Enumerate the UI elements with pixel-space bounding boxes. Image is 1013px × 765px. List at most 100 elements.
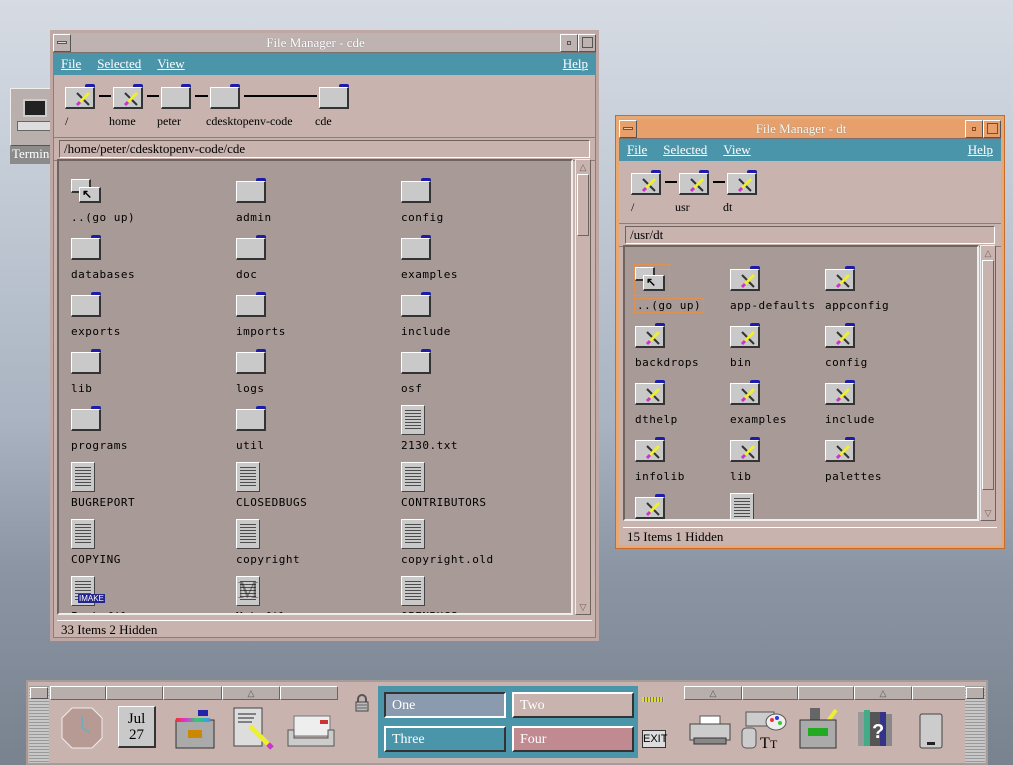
file-item[interactable]: BUGREPORT (71, 462, 221, 519)
maximize-button[interactable] (983, 119, 1001, 138)
panel-menu-icon[interactable] (966, 687, 984, 699)
subpanel-arrow-calendar[interactable] (106, 686, 163, 700)
clock-icon[interactable] (60, 706, 108, 752)
file-name: app-defaults (730, 299, 816, 312)
workspace-button-four[interactable]: Four (512, 726, 634, 752)
subpanel-arrow-mail[interactable] (280, 686, 338, 700)
path-field[interactable]: /home/peter/cdesktopenv-code/cde (59, 140, 590, 158)
file-item[interactable]: appconfig (825, 265, 975, 322)
panel-minimize-icon[interactable] (30, 687, 48, 699)
exit-button[interactable]: EXIT (642, 730, 667, 748)
menu-view[interactable]: View (157, 56, 184, 72)
file-item[interactable]: databases (71, 234, 221, 291)
window-menu-button[interactable] (53, 33, 71, 52)
vertical-scrollbar[interactable]: △ ▽ (575, 159, 591, 615)
menu-selected[interactable]: Selected (663, 142, 707, 158)
window-menu-button[interactable] (619, 119, 637, 138)
help-manager-icon[interactable]: ? (854, 706, 902, 752)
app-manager-icon[interactable] (796, 706, 844, 752)
file-item[interactable]: palettes (825, 436, 975, 493)
file-item[interactable]: logs (236, 348, 386, 405)
restricted-folder-icon (730, 380, 762, 407)
scroll-down-arrow-icon[interactable]: ▽ (982, 507, 994, 519)
file-item[interactable]: 2130.txt (401, 405, 551, 462)
menu-help[interactable]: Help (563, 56, 588, 72)
mail-icon[interactable] (286, 706, 335, 752)
calendar-icon[interactable]: Jul 27 (118, 706, 166, 752)
file-item[interactable]: config (825, 322, 975, 379)
menu-file[interactable]: File (627, 142, 647, 158)
iconpath-folder-home[interactable] (113, 83, 145, 109)
file-item[interactable]: examples (401, 234, 551, 291)
title-bar[interactable]: File Manager - dt (619, 119, 1001, 139)
file-item[interactable]: M Makefile (236, 576, 386, 613)
subpanel-arrow-help[interactable]: △ (854, 686, 912, 700)
minimize-button[interactable] (560, 33, 578, 52)
subpanel-arrow-editor[interactable]: △ (222, 686, 280, 700)
file-item[interactable]: programs (71, 405, 221, 462)
menu-view[interactable]: View (723, 142, 750, 158)
text-editor-icon[interactable] (232, 706, 280, 752)
panel-handle-left[interactable] (29, 686, 49, 763)
file-item[interactable]: imports (236, 291, 386, 348)
folder-icon (319, 84, 351, 111)
iconpath-folder-root[interactable] (631, 169, 663, 195)
file-manager-icon[interactable] (174, 706, 222, 752)
workspace-button-one[interactable]: One (384, 692, 506, 718)
file-item[interactable]: OPENBUGS (401, 576, 551, 613)
file-item[interactable]: copyright.old (401, 519, 551, 576)
subpanel-arrow-style[interactable] (742, 686, 798, 700)
file-item[interactable]: include (825, 379, 975, 436)
file-item[interactable]: admin (236, 177, 386, 234)
file-item[interactable]: exports (71, 291, 221, 348)
file-item[interactable]: osf (401, 348, 551, 405)
iconpath-connector (147, 95, 159, 97)
iconpath-folder-root[interactable] (65, 83, 97, 109)
vertical-scrollbar[interactable]: △ ▽ (980, 245, 996, 521)
file-item[interactable]: config (401, 177, 551, 234)
file-item[interactable]: doc (236, 234, 386, 291)
menu-selected[interactable]: Selected (97, 56, 141, 72)
workspace-button-two[interactable]: Two (512, 692, 634, 718)
subpanel-arrow-trash[interactable] (912, 686, 970, 700)
file-item[interactable]: util (236, 405, 386, 462)
file-item[interactable]: include (401, 291, 551, 348)
maximize-button[interactable] (578, 33, 596, 52)
file-item[interactable]: CLOSEDBUGS (236, 462, 386, 519)
scrollbar-thumb[interactable] (982, 260, 994, 490)
subpanel-arrow-files[interactable] (163, 686, 222, 700)
file-item[interactable] (730, 493, 880, 519)
file-item[interactable]: COPYING (71, 519, 221, 576)
menu-file[interactable]: File (61, 56, 81, 72)
file-item[interactable]: copyright (236, 519, 386, 576)
iconpath-folder-dt[interactable] (727, 169, 759, 195)
minimize-button[interactable] (965, 119, 983, 138)
scroll-down-arrow-icon[interactable]: ▽ (577, 601, 589, 613)
iconpath-folder-usr[interactable] (679, 169, 711, 195)
title-bar[interactable]: File Manager - cde (53, 33, 596, 53)
scroll-up-arrow-icon[interactable]: △ (577, 161, 589, 173)
subpanel-arrow-clock[interactable] (50, 686, 106, 700)
lock-icon[interactable] (354, 694, 370, 712)
iconpath-folder-cdesktopenv-code[interactable] (210, 83, 242, 109)
iconpath-folder-peter[interactable] (161, 83, 193, 109)
menu-help[interactable]: Help (968, 142, 993, 158)
file-item[interactable]: ↖ ..(go up) (71, 177, 221, 234)
scrollbar-thumb[interactable] (577, 174, 589, 236)
file-item[interactable]: IMAKE Imakefile (71, 576, 221, 613)
trash-icon[interactable] (916, 706, 964, 752)
path-field[interactable]: /usr/dt (625, 226, 995, 244)
document-icon (401, 462, 425, 492)
style-manager-icon[interactable]: TT (740, 706, 788, 752)
subpanel-arrow-printer[interactable]: △ (684, 686, 742, 700)
panel-handle-right[interactable] (965, 686, 985, 763)
workspace-button-three[interactable]: Three (384, 726, 506, 752)
scroll-up-arrow-icon[interactable]: △ (982, 247, 994, 259)
iconpath-folder-cde[interactable] (319, 83, 351, 109)
printer-icon[interactable] (688, 706, 736, 752)
file-name: 2130.txt (401, 439, 458, 452)
subpanel-arrow-apps[interactable] (798, 686, 854, 700)
file-item[interactable]: CONTRIBUTORS (401, 462, 551, 519)
file-item[interactable]: lib (71, 348, 221, 405)
file-name: OPENBUGS (401, 610, 458, 613)
